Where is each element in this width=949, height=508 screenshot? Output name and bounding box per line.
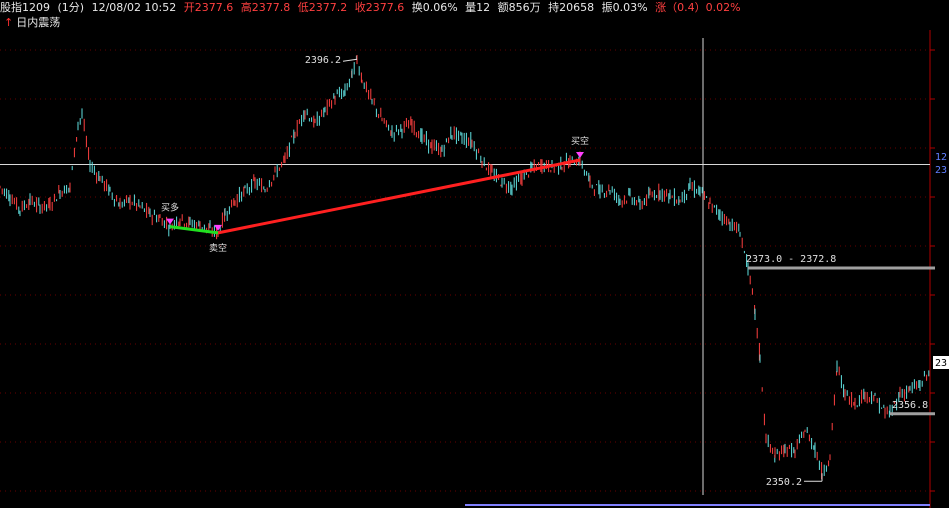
turnover-value: 换0.06% [411, 1, 458, 14]
signal-label: 买空 [571, 135, 589, 147]
signal-marker [166, 218, 174, 225]
open-value: 开2377.6 [183, 1, 234, 14]
signal-label: 卖空 [209, 242, 227, 254]
signal-marker [576, 152, 584, 158]
red-trend-line [217, 158, 581, 235]
volume-value: 量12 [465, 1, 491, 14]
axis-value-label: 12 [935, 152, 947, 163]
low-value: 低2377.2 [297, 1, 348, 14]
signal-marker [214, 224, 222, 231]
amplitude-value: 振0.03% [601, 1, 648, 14]
price-annotation: 2356.8 [892, 400, 928, 411]
close-value: 收2377.6 [354, 1, 405, 14]
signal-label: 买多 [161, 202, 179, 214]
period-label: (1分) [57, 1, 85, 14]
up-arrow-icon: ↑ [4, 16, 14, 29]
symbol-name: 股指1209 [0, 1, 50, 14]
price-annotation: 2373.0 - 2372.8 [746, 254, 836, 265]
indicator-title: 日内震荡 [16, 16, 61, 29]
axis-value-label: 23 [935, 358, 947, 369]
datetime-label: 12/08/02 10:52 [91, 1, 177, 14]
price-annotation: 2350.2 [766, 477, 802, 488]
change-value: 涨（0.4）0.02% [655, 1, 741, 14]
indicator-title-row: ↑ 日内震荡 [4, 16, 60, 30]
position-value: 持20658 [548, 1, 595, 14]
axis-value-label: 23 [935, 165, 947, 176]
amount-value: 额856万 [497, 1, 541, 14]
price-chart[interactable]: 买多卖空 买空 2396.2 2350.2 2373.0 - 2372.8 2356.8 1… [0, 30, 949, 508]
high-value: 高2377.8 [240, 1, 291, 14]
quote-header-bar: 股指1209 (1分) 12/08/02 10:52 开2377.6 高2377… [0, 0, 949, 16]
price-annotation: 2396.2 [305, 55, 341, 66]
annotation-leader [342, 58, 358, 62]
